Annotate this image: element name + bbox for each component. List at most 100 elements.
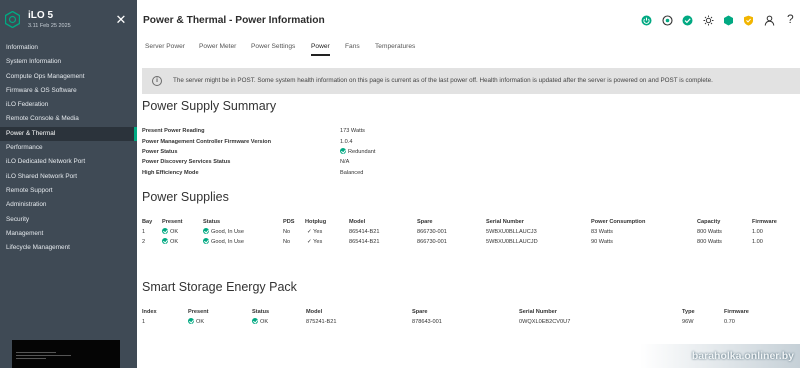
cell-hotplug: ✓ Yes: [307, 239, 323, 245]
tab-power-settings[interactable]: Power Settings: [251, 43, 295, 58]
uid-light-icon[interactable]: [703, 15, 714, 26]
sidebar-item-information[interactable]: Information: [0, 41, 137, 55]
tab-fans[interactable]: Fans: [345, 43, 360, 58]
health-ok-icon[interactable]: [682, 15, 693, 26]
cell-serial-number: 0WQXL0EB2CV0U7: [519, 319, 571, 325]
sidebar-item-power-thermal[interactable]: Power & Thermal: [0, 126, 137, 142]
sidebar-item-lifecycle-management[interactable]: Lifecycle Management: [0, 241, 137, 255]
header: Power & Thermal - Power Information ? Se…: [137, 0, 800, 58]
cell-firmware: 1.00: [752, 239, 763, 245]
summary-label: Power Status: [142, 149, 178, 155]
column-header: Type: [682, 309, 695, 315]
cell-power-consumption: 83 Watts: [591, 229, 613, 235]
column-header: Firmware: [752, 219, 777, 225]
checkmark-icon: ✓: [307, 229, 312, 235]
brand: iLO 5 3.11 Feb 25 2025 ✕: [0, 0, 137, 38]
column-header: Serial Number: [486, 219, 524, 225]
sidebar-item-performance[interactable]: Performance: [0, 141, 137, 155]
power-supplies-title: Power Supplies: [142, 190, 229, 204]
energy-pack-title: Smart Storage Energy Pack: [142, 280, 297, 294]
cell-pds: No: [283, 239, 291, 245]
cell-status: OK: [252, 318, 268, 325]
column-header: Model: [306, 309, 323, 315]
column-header: Power Consumption: [591, 219, 646, 225]
page-title: Power & Thermal - Power Information: [143, 15, 325, 26]
cell-capacity: 800 Watts: [697, 229, 722, 235]
column-header: Firmware: [724, 309, 749, 315]
sidebar-item-ilo-dedicated-network-port[interactable]: iLO Dedicated Network Port: [0, 155, 137, 169]
banner-message: The server might be in POST. Some system…: [173, 77, 713, 84]
cell-spare: 866730-001: [417, 229, 447, 235]
column-header: Index: [142, 309, 157, 315]
summary-value: 1.0.4: [340, 139, 353, 145]
summary-value: Balanced: [340, 170, 364, 176]
sidebar-item-remote-console-media[interactable]: Remote Console & Media: [0, 112, 137, 126]
sidebar-item-administration[interactable]: Administration: [0, 198, 137, 212]
cell-present: OK: [162, 228, 178, 235]
tab-server-power[interactable]: Server Power: [145, 43, 185, 58]
cell-serial-number: 5WBXU0BLLAUCJ3: [486, 229, 537, 235]
column-header: Model: [349, 219, 366, 225]
summary-label: High Efficiency Mode: [142, 170, 199, 176]
status-ok-icon: [162, 238, 168, 244]
remote-console-thumbnail[interactable]: [12, 340, 120, 368]
tab-power-meter[interactable]: Power Meter: [199, 43, 236, 58]
cell-firmware: 1.00: [752, 229, 763, 235]
sidebar-item-security[interactable]: Security: [0, 213, 137, 227]
status-ok-icon: [203, 228, 209, 234]
sidebar-item-compute-ops-management[interactable]: Compute Ops Management: [0, 70, 137, 84]
power-status-icon[interactable]: [641, 15, 652, 26]
column-header: PDS: [283, 219, 295, 225]
cell-pds: No: [283, 229, 291, 235]
sidebar-item-management[interactable]: Management: [0, 227, 137, 241]
summary-label: Power Management Controller Firmware Ver…: [142, 139, 272, 145]
post-info-banner: i The server might be in POST. Some syst…: [142, 68, 800, 94]
cell-model: 875241-B21: [306, 319, 337, 325]
tab-temperatures[interactable]: Temperatures: [375, 43, 415, 58]
user-icon[interactable]: [764, 15, 775, 26]
security-shield-icon[interactable]: [723, 15, 734, 26]
column-header: Present: [162, 219, 183, 225]
active-tab-indicator: [311, 54, 330, 56]
security-badge-icon[interactable]: [743, 15, 754, 26]
cell-capacity: 800 Watts: [697, 239, 722, 245]
close-icon[interactable]: ✕: [114, 13, 128, 27]
cell-bay: 2: [142, 239, 146, 245]
column-header: Spare: [412, 309, 428, 315]
column-header: Present: [188, 309, 209, 315]
checkmark-icon: ✓: [307, 239, 312, 245]
cell-spare: 878643-001: [412, 319, 442, 325]
status-ok-icon: [252, 318, 258, 324]
power-supply-summary-title: Power Supply Summary: [142, 99, 277, 113]
column-header: Spare: [417, 219, 433, 225]
cell-serial-number: 5WBXU0BLLAUCJD: [486, 239, 538, 245]
ilo-logo-icon: [5, 11, 20, 28]
summary-value: 173 Watts: [340, 128, 365, 134]
cell-bay: 1: [142, 229, 146, 235]
sidebar-item-remote-support[interactable]: Remote Support: [0, 184, 137, 198]
column-header: Bay: [142, 219, 153, 225]
firmware-version: 3.11 Feb 25 2025: [28, 23, 71, 29]
summary-label: Power Discovery Services Status: [142, 159, 231, 165]
help-icon[interactable]: ?: [787, 13, 798, 25]
cell-model: 865414-B21: [349, 239, 380, 245]
summary-value: Redundant: [340, 148, 375, 155]
tab-power[interactable]: Power: [311, 43, 330, 58]
sidebar-item-ilo-shared-network-port[interactable]: iLO Shared Network Port: [0, 170, 137, 184]
sidebar-nav: Information System Information Compute O…: [0, 41, 137, 255]
brand-name: iLO 5: [28, 10, 54, 21]
cell-status: Good, In Use: [203, 238, 244, 245]
cell-present: OK: [162, 238, 178, 245]
cell-index: 1: [142, 319, 146, 325]
cell-status: Good, In Use: [203, 228, 244, 235]
column-header: Status: [252, 309, 270, 315]
sidebar-item-system-information[interactable]: System Information: [0, 55, 137, 69]
cell-power-consumption: 90 Watts: [591, 239, 613, 245]
status-ok-icon: [340, 148, 346, 154]
health-target-icon[interactable]: [662, 15, 673, 26]
column-header: Capacity: [697, 219, 721, 225]
sidebar-item-ilo-federation[interactable]: iLO Federation: [0, 98, 137, 112]
status-ok-icon: [188, 318, 194, 324]
cell-spare: 866730-001: [417, 239, 447, 245]
sidebar-item-firmware-os-software[interactable]: Firmware & OS Software: [0, 84, 137, 98]
